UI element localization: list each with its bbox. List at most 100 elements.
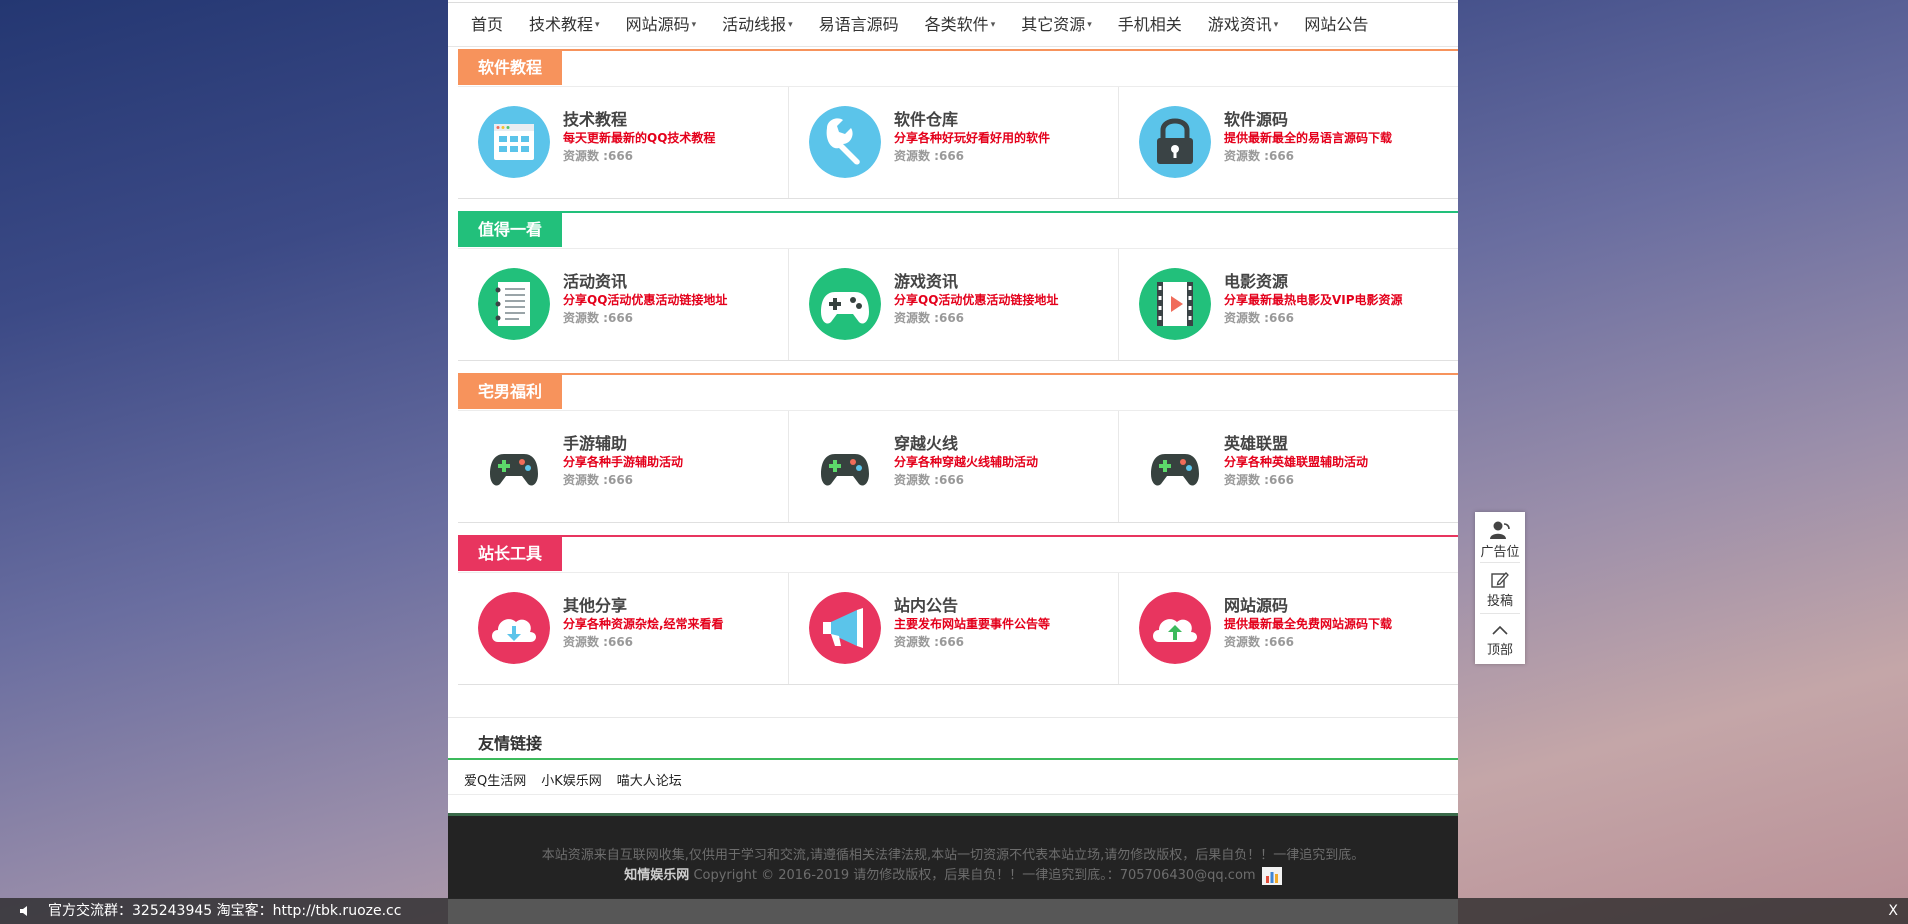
gamepad-icon[interactable]	[809, 268, 881, 340]
back-to-top-button[interactable]: 顶部	[1475, 614, 1525, 664]
card-title[interactable]: 软件仓库	[894, 106, 958, 130]
card-resource-count: 资源数 :666	[894, 473, 965, 487]
footer: 本站资源来自互联网收集,仅供用于学习和交流,请遵循相关法律法规,本站一切资源不代…	[448, 813, 1458, 899]
nav-item-label: 活动线报	[722, 15, 787, 34]
submit-label: 投稿	[1486, 594, 1513, 609]
card-resource-count: 资源数 :666	[1224, 635, 1295, 649]
section-bottom-divider	[458, 684, 1458, 685]
category-card[interactable]: 站内公告 主要发布网站重要事件公告等 资源数 :666	[788, 573, 1118, 684]
category-card[interactable]: 英雄联盟 分享各种英雄联盟辅助活动 资源数 :666	[1118, 411, 1448, 522]
card-title[interactable]: 站内公告	[894, 592, 958, 616]
nav-item[interactable]: 手机相关	[1105, 2, 1195, 47]
card-title[interactable]: 活动资讯	[563, 268, 627, 292]
film-icon[interactable]	[1139, 268, 1211, 340]
cloud-download-icon[interactable]	[478, 592, 550, 664]
card-title[interactable]: 其他分享	[563, 592, 627, 616]
card-description: 提供最新最全的易语言源码下载	[1224, 131, 1393, 145]
nav-item[interactable]: 活动线报 ▾	[709, 2, 806, 47]
card-description: 每天更新最新的QQ技术教程	[563, 131, 716, 145]
card-title[interactable]: 手游辅助	[563, 430, 627, 454]
footer-site-name[interactable]: 知情娱乐网	[624, 868, 689, 883]
card-description: 分享各种穿越火线辅助活动	[894, 455, 1039, 469]
nav-item-label: 手机相关	[1117, 15, 1182, 34]
friend-links-row: 爱Q生活网 小K娱乐网 喵大人论坛	[464, 770, 682, 789]
cloud-upload-icon[interactable]	[1139, 592, 1211, 664]
category-card[interactable]: 游戏资讯 分享QQ活动优惠活动链接地址 资源数 :666	[788, 249, 1118, 360]
category-card[interactable]: 网站源码 提供最新最全免费网站源码下载 资源数 :666	[1118, 573, 1448, 684]
megaphone-icon[interactable]	[809, 592, 881, 664]
category-card[interactable]: 活动资讯 分享QQ活动优惠活动链接地址 资源数 :666	[458, 249, 788, 360]
card-resource-count: 资源数 :666	[563, 473, 634, 487]
category-card[interactable]: 技术教程 每天更新最新的QQ技术教程 资源数 :666	[458, 87, 788, 198]
card-resource-count: 资源数 :666	[894, 635, 965, 649]
category-card[interactable]: 其他分享 分享各种资源杂烩,经常来看看 资源数 :666	[458, 573, 788, 684]
section-header: 宅男福利	[458, 373, 1458, 411]
nav-item-label: 网站源码	[625, 15, 690, 34]
page-container: 首页 技术教程 ▾ 网站源码 ▾ 活动线报 ▾ 易语言源码 各类软件 ▾ 其它资源 ▾ 手机相关 游戏资讯…	[448, 0, 1458, 924]
caret-down-icon: ▾	[1087, 20, 1092, 30]
browser-grid-icon[interactable]	[478, 106, 550, 178]
nav-item-label: 游戏资讯	[1207, 15, 1272, 34]
section-bottom-divider	[458, 360, 1458, 361]
friend-link[interactable]: 喵大人论坛	[617, 770, 682, 789]
speaker-icon	[20, 906, 27, 916]
notepad-icon[interactable]	[478, 268, 550, 340]
lock-icon[interactable]	[1139, 106, 1211, 178]
nav-item[interactable]: 游戏资讯 ▾	[1195, 2, 1292, 47]
caret-down-icon: ▾	[788, 20, 793, 30]
nav-item[interactable]: 易语言源码	[806, 2, 912, 47]
card-title[interactable]: 游戏资讯	[894, 268, 958, 292]
statistics-icon[interactable]	[1261, 866, 1282, 885]
category-card[interactable]: 电影资源 分享最新最热电影及VIP电影资源 资源数 :666	[1118, 249, 1448, 360]
section-cards: 技术教程 每天更新最新的QQ技术教程 资源数 :666 软件仓库 分享各种好玩好…	[458, 87, 1458, 198]
submit-button[interactable]: 投稿	[1475, 563, 1525, 613]
section-title[interactable]: 宅男福利	[458, 375, 563, 409]
friend-links-divider	[448, 758, 1458, 760]
wrench-icon[interactable]	[809, 106, 881, 178]
category-card[interactable]: 软件仓库 分享各种好玩好看好用的软件 资源数 :666	[788, 87, 1118, 198]
card-resource-count: 资源数 :666	[1224, 149, 1295, 163]
card-title[interactable]: 软件源码	[1224, 106, 1288, 130]
nav-item[interactable]: 其它资源 ▾	[1008, 2, 1105, 47]
main-nav: 首页 技术教程 ▾ 网站源码 ▾ 活动线报 ▾ 易语言源码 各类软件 ▾ 其它资源 ▾ 手机相关 游戏资讯…	[448, 2, 1458, 47]
section-accent-line	[458, 535, 1458, 537]
back-to-top-label: 顶部	[1486, 643, 1513, 658]
bottom-announcement-bar: 官方交流群：325243945 淘宝客：http://tbk.ruoze.cc …	[0, 898, 1908, 924]
side-float-toolbar: 广告位 投稿 顶部	[1475, 512, 1525, 664]
gamepad-icon[interactable]	[478, 430, 550, 502]
section-header: 站长工具	[458, 535, 1458, 573]
category-card[interactable]: 穿越火线 分享各种穿越火线辅助活动 资源数 :666	[788, 411, 1118, 522]
section-title[interactable]: 值得一看	[458, 213, 563, 247]
nav-item[interactable]: 网站公告	[1291, 2, 1381, 47]
bottom-bar-close-button[interactable]: X	[1888, 898, 1898, 924]
gamepad-icon[interactable]	[1139, 430, 1211, 502]
category-card[interactable]: 手游辅助 分享各种手游辅助活动 资源数 :666	[458, 411, 788, 522]
caret-down-icon: ▾	[1273, 20, 1279, 30]
friend-link[interactable]: 爱Q生活网	[464, 770, 526, 789]
card-title[interactable]: 网站源码	[1224, 592, 1288, 616]
gamepad-icon[interactable]	[809, 430, 881, 502]
section-title[interactable]: 站长工具	[458, 537, 563, 571]
nav-item-label: 易语言源码	[818, 15, 899, 34]
card-title[interactable]: 穿越火线	[894, 430, 958, 454]
ad-space-button[interactable]: 广告位	[1475, 512, 1525, 562]
friend-link[interactable]: 小K娱乐网	[541, 770, 602, 789]
nav-item[interactable]: 技术教程 ▾	[516, 2, 613, 47]
friend-links: 友情链接 爱Q生活网 小K娱乐网 喵大人论坛	[448, 717, 1458, 815]
nav-item-label: 首页	[471, 15, 504, 34]
bottom-bar-text: 官方交流群：325243945 淘宝客：http://tbk.ruoze.cc	[48, 903, 402, 919]
section-cards: 其他分享 分享各种资源杂烩,经常来看看 资源数 :666 站内公告 主要发布网站…	[458, 573, 1458, 684]
section-title[interactable]: 软件教程	[458, 51, 563, 85]
card-title[interactable]: 英雄联盟	[1224, 430, 1288, 454]
nav-item[interactable]: 各类软件 ▾	[912, 2, 1009, 47]
footer-disclaimer: 本站资源来自互联网收集,仅供用于学习和交流,请遵循相关法律法规,本站一切资源不代…	[541, 848, 1365, 863]
nav-item[interactable]: 首页	[458, 2, 516, 47]
card-title[interactable]: 电影资源	[1224, 268, 1288, 292]
section-accent-line	[458, 211, 1458, 213]
card-description: 分享各种资源杂烩,经常来看看	[563, 617, 724, 631]
nav-item[interactable]: 网站源码 ▾	[613, 2, 710, 47]
category-card[interactable]: 软件源码 提供最新最全的易语言源码下载 资源数 :666	[1118, 87, 1448, 198]
section-header: 值得一看	[458, 211, 1458, 249]
card-title[interactable]: 技术教程	[563, 106, 627, 130]
card-description: 分享各种英雄联盟辅助活动	[1224, 455, 1369, 469]
